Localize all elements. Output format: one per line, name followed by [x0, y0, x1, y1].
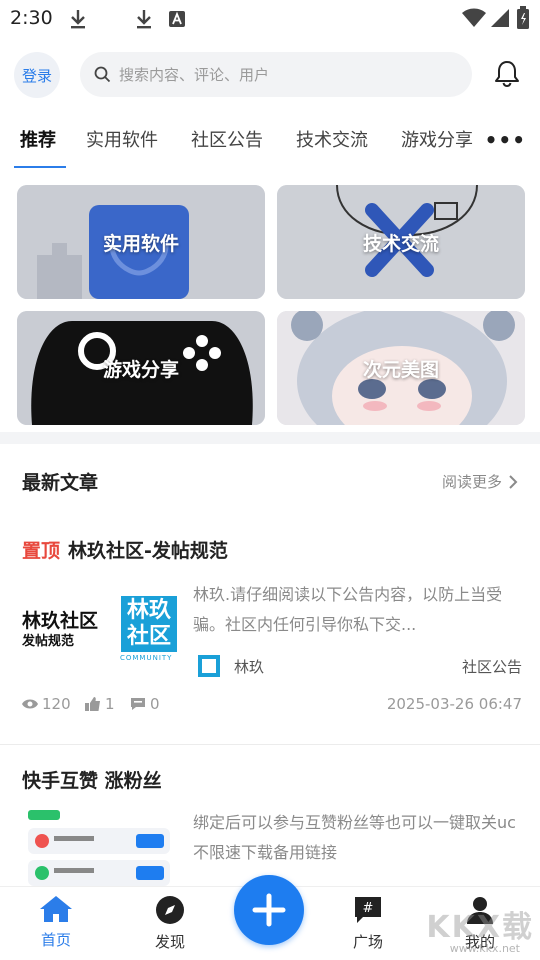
author-name[interactable]: 林玖 — [234, 656, 264, 677]
category-label: 技术交流 — [362, 232, 439, 255]
section-divider — [0, 432, 540, 444]
watermark-url: www.kkx.net — [449, 942, 520, 955]
thumb-title: 林玖社区 — [22, 610, 99, 632]
battery-icon — [517, 6, 529, 29]
nav-home[interactable]: 首页 — [16, 895, 96, 950]
article-stats: 120 1 0 2025-03-26 06:47 — [22, 695, 522, 717]
latest-articles-title: 最新文章 — [22, 472, 99, 494]
thumb-logo-line-2: 社区 — [126, 624, 171, 649]
status-time: 2:30 — [10, 7, 53, 29]
read-more-label: 阅读更多 — [441, 473, 502, 491]
thumb-logo-sub: COMMUNITY — [120, 654, 173, 662]
article-separator — [0, 744, 540, 745]
header: 登录 — [0, 50, 540, 98]
home-icon — [40, 896, 72, 922]
thumb-logo-line-1: 林玖 — [126, 598, 171, 623]
font-icon — [169, 11, 185, 27]
download-icon — [137, 10, 151, 29]
tab-indicator — [14, 166, 66, 168]
category-label: 游戏分享 — [102, 358, 179, 381]
category-label: 次元美图 — [362, 358, 439, 381]
watermark: KKX载 — [426, 910, 534, 945]
tab-announcement[interactable]: 社区公告 — [191, 126, 263, 152]
tab-tech[interactable]: 技术交流 — [296, 126, 368, 152]
hashtag-icon: # — [355, 897, 381, 923]
category-card-software[interactable]: 实用软件 — [17, 185, 265, 299]
chevron-right-icon — [509, 474, 518, 489]
thumb-subtitle: 发帖规范 — [22, 634, 75, 649]
category-card-tech[interactable]: 技术交流 — [277, 185, 525, 299]
search-icon — [94, 66, 111, 83]
signal-icon — [491, 9, 509, 27]
eye-icon — [22, 699, 38, 709]
article-card[interactable]: 置顶 林玖社区-发帖规范 林玖社区 发帖规范 林玖 社区 COMMUNITY 林玖… — [0, 520, 540, 745]
author-row: 林玖 社区公告 — [196, 653, 522, 679]
bell-icon[interactable] — [494, 59, 520, 87]
comment-icon — [131, 698, 145, 710]
category-card-anime[interactable]: 次元美图 — [277, 311, 525, 425]
article-title: 快手互赞 涨粉丝 — [22, 770, 162, 792]
comments-count: 0 — [150, 695, 160, 713]
article-card[interactable]: 快手互赞 涨粉丝 绑定后可以参与互赞粉丝等也可以一键取关uc不限速下载备用链接 — [0, 746, 540, 888]
nav-discover-label: 发现 — [154, 933, 185, 951]
wifi-icon — [462, 8, 486, 27]
tab-software[interactable]: 实用软件 — [86, 126, 158, 152]
likes-count: 1 — [105, 695, 115, 713]
article-category[interactable]: 社区公告 — [462, 656, 522, 677]
article-thumbnail: 林玖社区 发帖规范 林玖 社区 COMMUNITY — [18, 580, 182, 678]
article-thumbnail — [18, 808, 182, 888]
download-icon — [71, 10, 85, 29]
thumb-logo: 林玖 社区 — [121, 596, 177, 652]
category-card-games[interactable]: 游戏分享 — [17, 311, 265, 425]
tab-games[interactable]: 游戏分享 — [401, 126, 473, 152]
nav-home-label: 首页 — [40, 931, 71, 949]
comments-stat[interactable]: 0 — [130, 695, 160, 713]
login-button[interactable]: 登录 — [14, 52, 60, 98]
nav-square[interactable]: # 广场 — [328, 895, 408, 952]
nav-square-label: 广场 — [352, 933, 383, 951]
views-count: 120 — [42, 695, 71, 713]
article-excerpt: 绑定后可以参与互赞粉丝等也可以一键取关uc不限速下载备用链接 — [193, 813, 516, 862]
svg-text:#: # — [363, 901, 374, 916]
article-title: 置顶 林玖社区-发帖规范 — [22, 536, 228, 563]
search-bar[interactable] — [80, 52, 472, 97]
pinned-badge: 置顶 — [22, 540, 61, 562]
nav-discover[interactable]: 发现 — [130, 895, 210, 952]
author-avatar[interactable] — [196, 653, 222, 679]
thumbs-up-icon — [85, 697, 100, 711]
category-grid: 实用软件 技术交流 游戏分享 次元美图 — [17, 185, 526, 425]
read-more-link[interactable]: 阅读更多 — [442, 471, 518, 492]
likes-stat[interactable]: 1 — [85, 695, 115, 713]
status-bar: 2:30 — [0, 0, 540, 40]
compass-icon — [156, 896, 184, 924]
plus-icon — [252, 893, 286, 927]
article-title-text: 林玖社区-发帖规范 — [68, 540, 228, 562]
create-post-button[interactable] — [234, 875, 304, 945]
category-tabs: 推荐 实用软件 社区公告 技术交流 游戏分享 ••• — [0, 118, 540, 170]
category-label: 实用软件 — [102, 232, 179, 255]
article-date: 2025-03-26 06:47 — [386, 695, 522, 713]
tab-recommend[interactable]: 推荐 — [20, 126, 56, 152]
article-excerpt: 林玖.请仔细阅读以下公告内容，以防上当受骗。社区内任何引导你私下交... — [193, 585, 503, 634]
search-input[interactable] — [119, 65, 439, 84]
views-stat: 120 — [22, 695, 71, 713]
more-icon[interactable]: ••• — [485, 128, 526, 152]
